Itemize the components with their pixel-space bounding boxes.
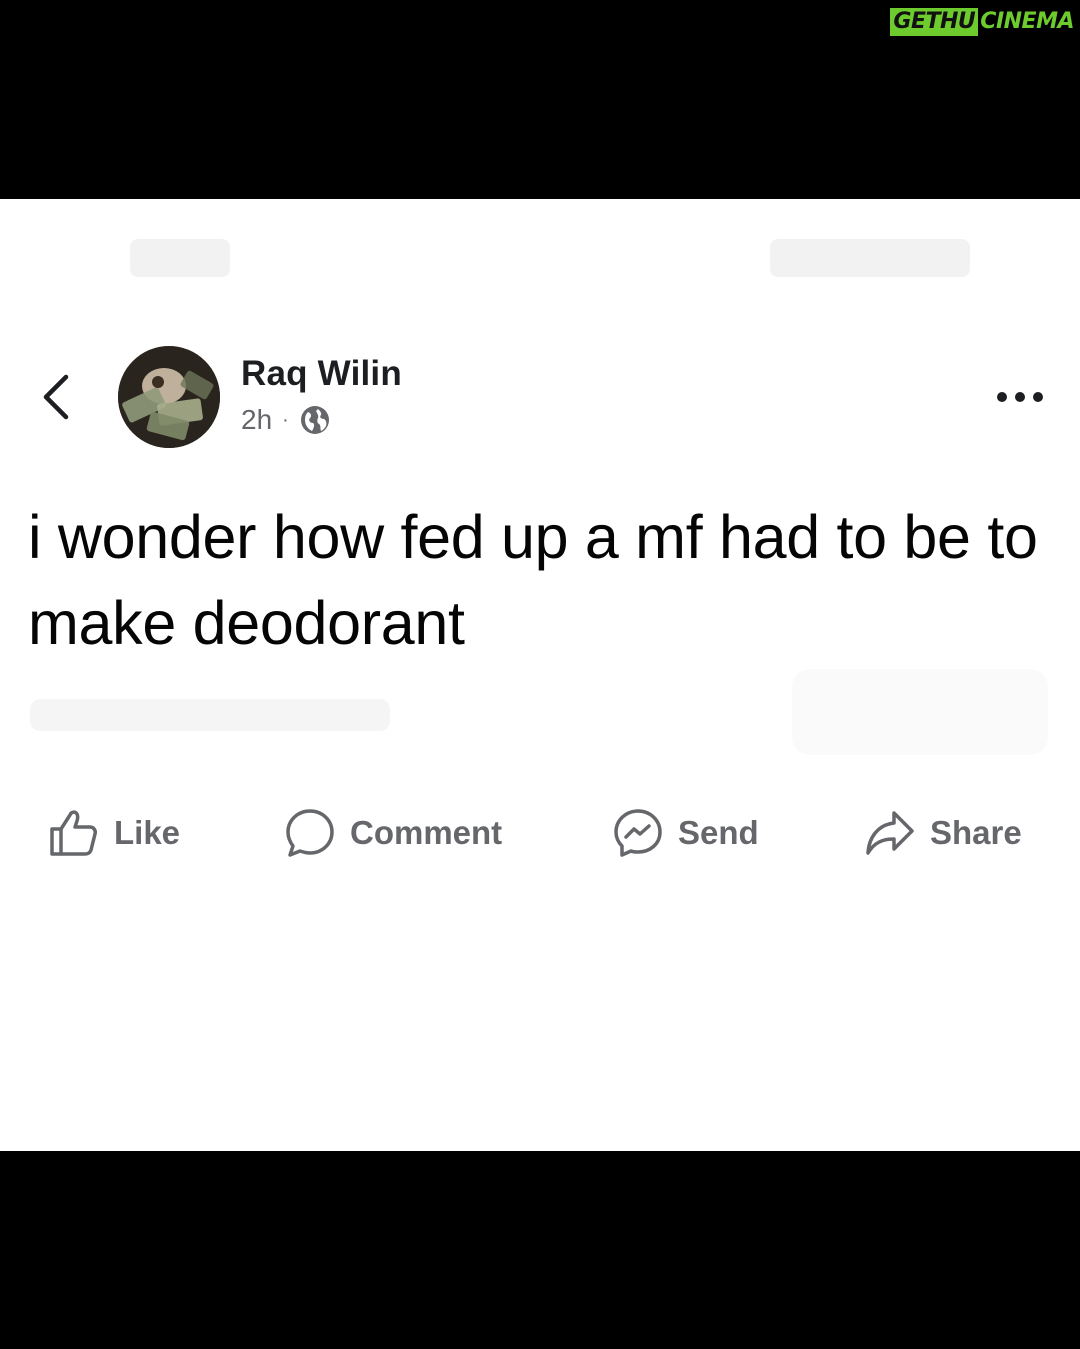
faded-box <box>792 669 1048 755</box>
post-text: i wonder how fed up a mf had to be to ma… <box>28 503 1038 657</box>
meta-separator: · <box>282 408 289 431</box>
faded-status-bar <box>130 239 970 283</box>
action-bar: Like Comment Send Share <box>0 803 1080 863</box>
post-time[interactable]: 2h <box>241 404 272 436</box>
thumbs-up-icon <box>50 810 97 856</box>
chevron-left-icon <box>43 374 69 420</box>
messenger-icon <box>614 809 662 857</box>
like-button[interactable]: Like <box>48 803 180 863</box>
like-label: Like <box>114 814 181 851</box>
send-label: Send <box>678 814 759 851</box>
avatar-image <box>118 346 220 448</box>
watermark-logo: GETHU CINEMA <box>890 8 1074 36</box>
globe-icon <box>300 406 329 434</box>
send-button[interactable]: Send <box>612 803 759 863</box>
more-horizontal-icon <box>997 392 1043 402</box>
faded-reactions-bar <box>30 699 390 731</box>
back-button[interactable] <box>38 371 78 423</box>
post-meta: 2h · <box>241 404 331 436</box>
share-button[interactable]: Share <box>864 803 1022 863</box>
avatar[interactable] <box>118 346 220 448</box>
comment-button[interactable]: Comment <box>284 803 502 863</box>
post-card: Raq Wilin 2h · i wonder how fed up a mf … <box>0 199 1080 1151</box>
watermark-part-1: GETHU <box>890 8 979 36</box>
image-frame: GETHU CINEMA Raq Wilin 2h · i wonder how… <box>0 0 1080 1349</box>
watermark-part-2: CINEMA <box>980 9 1074 34</box>
more-options-button[interactable] <box>994 377 1046 417</box>
share-label: Share <box>930 814 1022 851</box>
comment-bubble-icon <box>286 809 334 857</box>
comment-label: Comment <box>350 814 503 851</box>
author-name[interactable]: Raq Wilin <box>241 354 402 394</box>
share-arrow-icon <box>866 811 914 855</box>
